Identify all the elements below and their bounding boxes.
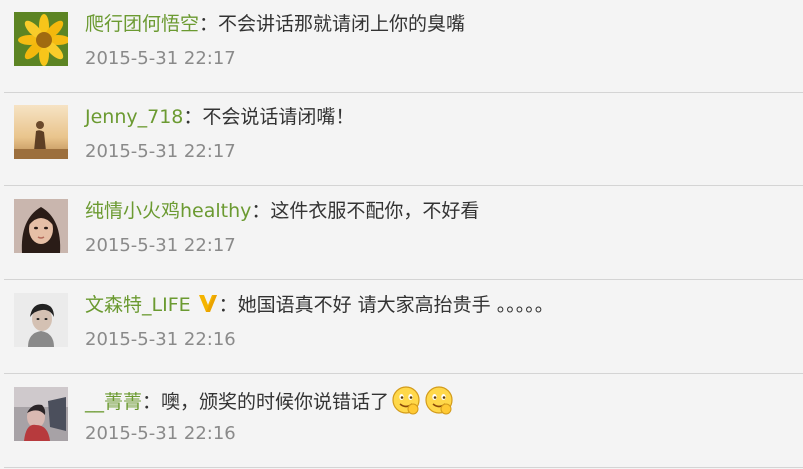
- username-link[interactable]: 纯情小火鸡healthy: [85, 200, 251, 222]
- comment-item: Jenny_718：不会说话请闭嘴！ 2015-5-31 22:17: [0, 93, 803, 186]
- comment-item: __菁菁：噢，颁奖的时候你说错话了 2015-5-31 22:16: [0, 375, 803, 468]
- comment-item: 爬行团何悟空：不会讲话那就请闭上你的臭嘴 2015-5-31 22:17: [0, 0, 803, 93]
- timestamp: 2015-5-31 22:17: [85, 235, 236, 256]
- comment-line: 爬行团何悟空：不会讲话那就请闭上你的臭嘴: [85, 10, 465, 38]
- separator: ：: [251, 200, 271, 222]
- username-link[interactable]: __菁菁: [85, 391, 142, 413]
- separator: ：: [199, 13, 219, 35]
- separator: ：: [142, 391, 162, 413]
- username-link[interactable]: Jenny_718: [85, 106, 183, 128]
- timestamp: 2015-5-31 22:17: [85, 48, 236, 69]
- comment-text: 不会说话请闭嘴！: [202, 106, 355, 128]
- separator: ：: [218, 294, 238, 316]
- comment-text: 她国语真不好 请大家高抬贵手 。。。。。: [237, 294, 554, 316]
- comment-line: __菁菁：噢，颁奖的时候你说错话了: [85, 385, 455, 415]
- comment-text: 噢，颁奖的时候你说错话了: [161, 391, 390, 413]
- username-link[interactable]: 文森特_LIFE: [85, 294, 191, 316]
- avatar[interactable]: [14, 105, 68, 159]
- sunflower-avatar-icon: [14, 12, 68, 66]
- timestamp: 2015-5-31 22:16: [85, 329, 236, 350]
- dark-photo-avatar-icon: [14, 387, 68, 441]
- timestamp: 2015-5-31 22:17: [85, 141, 236, 162]
- avatar[interactable]: [14, 12, 68, 66]
- comment-item: 纯情小火鸡healthy：这件衣服不配你，不好看 2015-5-31 22:17: [0, 187, 803, 280]
- separator: ：: [183, 106, 203, 128]
- divider: [4, 467, 803, 468]
- comment-line: 纯情小火鸡healthy：这件衣服不配你，不好看: [85, 197, 479, 225]
- divider: [4, 279, 803, 280]
- divider: [4, 185, 803, 186]
- comment-item: 文森特_LIFE ：她国语真不好 请大家高抬贵手 。。。。。 2015-5-31 …: [0, 281, 803, 374]
- smile-emoji-icon: [425, 386, 453, 415]
- timestamp: 2015-5-31 22:16: [85, 423, 236, 444]
- comment-line: 文森特_LIFE ：她国语真不好 请大家高抬贵手 。。。。。: [85, 291, 554, 319]
- comment-text: 不会讲话那就请闭上你的臭嘴: [218, 13, 466, 35]
- boy-portrait-avatar-icon: [14, 293, 68, 347]
- sunset-person-avatar-icon: [14, 105, 68, 159]
- smile-emoji-icon: [392, 386, 420, 415]
- avatar[interactable]: [14, 293, 68, 347]
- girl-portrait-avatar-icon: [14, 199, 68, 253]
- avatar[interactable]: [14, 387, 68, 441]
- comment-text: 这件衣服不配你，不好看: [270, 200, 480, 222]
- verified-v-icon: [198, 295, 217, 312]
- username-link[interactable]: 爬行团何悟空: [85, 13, 199, 35]
- avatar[interactable]: [14, 199, 68, 253]
- comment-line: Jenny_718：不会说话请闭嘴！: [85, 103, 354, 131]
- divider: [4, 373, 803, 374]
- comment-list: 爬行团何悟空：不会讲话那就请闭上你的臭嘴 2015-5-31 22:17 Jen…: [0, 0, 803, 469]
